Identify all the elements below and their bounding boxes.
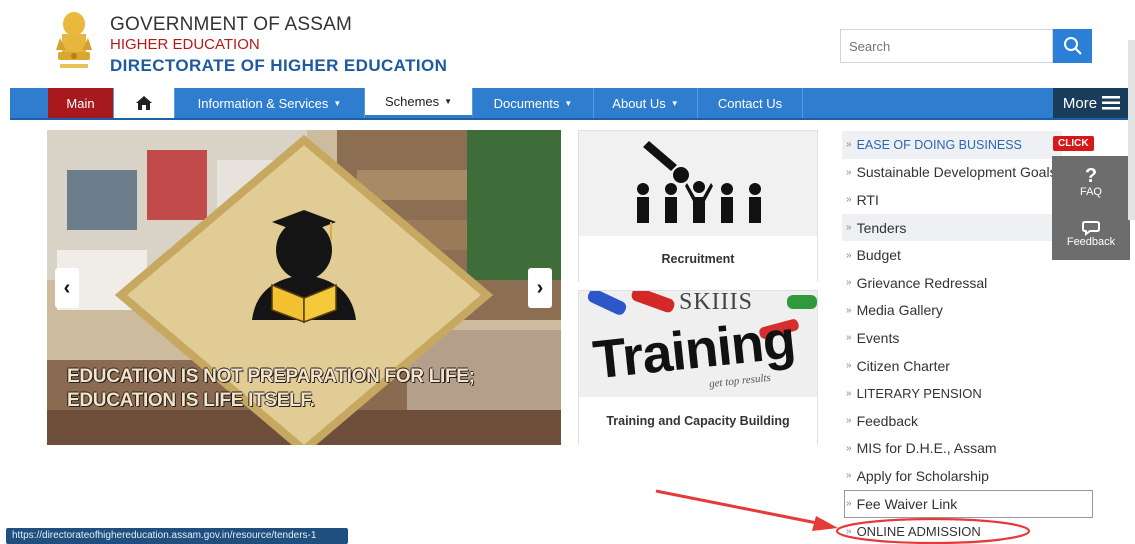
link-label: MIS for D.H.E., Assam [856,440,997,457]
recruitment-caption[interactable]: Recruitment [579,236,817,282]
nav-schemes-label: Schemes [384,94,440,109]
slider-next-button[interactable]: › [528,268,552,308]
recruitment-card[interactable]: Recruitment [578,130,818,282]
nav-docs-label: Documents [493,95,560,111]
link-literary-pension[interactable]: » LITERARY PENSION [842,379,1062,407]
link-label: Media Gallery [856,302,943,319]
annotation-arrow-line [655,489,823,526]
bullet-icon: » [846,387,852,399]
header-subtitle: HIGHER EDUCATION [110,36,260,53]
link-online-admission[interactable]: » ONLINE ADMISSION [842,517,1062,544]
home-icon [136,96,152,110]
nav-more-label: More [1062,94,1098,112]
nav-about-us[interactable]: About Us ▼ [594,88,698,118]
search-button[interactable] [1053,29,1092,63]
caret-down-icon: ▼ [333,98,342,108]
nav-about-label: About Us [612,95,666,111]
link-label: Grievance Redressal [856,274,988,291]
question-icon: ? [1084,165,1098,187]
click-badge[interactable]: CLICK [1053,136,1094,151]
faq-button[interactable]: ? FAQ [1052,156,1130,208]
annotation-arrow-head [812,516,838,531]
link-mis[interactable]: » MIS for D.H.E., Assam [842,435,1062,463]
fee-waiver-focus-box [844,490,1093,518]
link-grievance[interactable]: » Grievance Redressal [842,269,1062,297]
link-scholarship[interactable]: » Apply for Scholarship [842,462,1062,490]
bullet-icon: » [846,166,852,178]
training-card[interactable]: SKIIIS Training get top results Training… [578,290,818,445]
bullet-icon: » [846,277,852,289]
bullet-icon: » [846,525,852,537]
bullet-icon: » [846,360,852,372]
nav-documents[interactable]: Documents ▼ [473,88,594,118]
chevron-left-icon: ‹ [63,276,71,299]
training-image-skills: SKIIIS [679,291,754,315]
caret-down-icon: ▼ [564,98,573,108]
hamburger-icon [1102,96,1121,110]
status-bar-url: https://directorateofhighereducation.ass… [6,528,348,544]
caret-down-icon: ▼ [444,97,453,106]
link-citizen-charter[interactable]: » Citizen Charter [842,352,1062,380]
chevron-right-icon: › [536,276,544,299]
header-directorate[interactable]: DIRECTORATE OF HIGHER EDUCATION [110,56,447,76]
bullet-icon: » [846,194,852,206]
bullet-icon: » [846,332,852,344]
nav-schemes[interactable]: Schemes ▼ [365,88,473,118]
link-events[interactable]: » Events [842,324,1062,352]
caret-down-icon: ▼ [670,98,679,108]
link-ease-of-doing-business[interactable]: » EASE OF DOING BUSINESS [842,131,1062,159]
slider-caption-line2: EDUCATION IS LIFE ITSELF. [67,390,315,411]
link-sdg[interactable]: » Sustainable Development Goals [842,159,1062,187]
link-label: EASE OF DOING BUSINESS [856,137,1022,152]
speech-bubble-icon [1082,221,1100,236]
link-label: Tenders [856,219,907,236]
feedback-label: Feedback [1066,236,1116,248]
link-label: Budget [856,247,901,264]
training-caption[interactable]: Training and Capacity Building [579,397,817,445]
link-label: Citizen Charter [856,357,950,374]
link-label: Events [856,329,900,346]
link-tenders[interactable]: » Tenders [842,213,1062,242]
quick-links: » EASE OF DOING BUSINESS » Sustainable Dev… [842,131,1062,544]
nav-more[interactable]: More [1053,88,1130,118]
nav-contact-us[interactable]: Contact Us [698,88,803,118]
link-label: Feedback [856,412,919,429]
bullet-icon: » [846,139,852,151]
nav-home[interactable] [114,88,175,118]
search-icon [1063,37,1082,55]
link-label: Apply for Scholarship [856,467,989,484]
floating-side-panel: ? FAQ Feedback [1052,156,1130,260]
bullet-icon: » [846,415,852,427]
hero-slider[interactable]: ‹ › EDUCATION IS NOT PREPARATION FOR LIF… [47,130,561,445]
link-budget[interactable]: » Budget [842,241,1062,269]
slider-caption-line1: EDUCATION IS NOT PREPARATION FOR LIFE; [67,366,475,387]
feedback-button[interactable]: Feedback [1052,208,1130,260]
link-label: RTI [856,191,879,208]
link-label: LITERARY PENSION [856,385,982,401]
bullet-icon: » [846,470,852,482]
link-label: Sustainable Development Goals [856,164,1057,181]
faq-label: FAQ [1079,186,1102,198]
search-input[interactable] [840,29,1053,63]
bullet-icon: » [846,249,852,261]
link-media-gallery[interactable]: » Media Gallery [842,297,1062,325]
nav-main[interactable]: Main [48,88,114,118]
nav-info-label: Information & Services [197,95,329,111]
bullet-icon: » [846,222,852,234]
state-emblem-icon [56,12,92,68]
main-nav: Main Information & Services ▼ Schemes ▼ Do… [10,88,1130,120]
nav-information-services[interactable]: Information & Services ▼ [175,88,365,118]
bullet-icon: » [846,442,852,454]
recruitment-icon [637,141,761,223]
link-label: ONLINE ADMISSION [856,523,981,539]
bullet-icon: » [846,304,852,316]
slider-prev-button[interactable]: ‹ [55,268,79,308]
link-rti[interactable]: » RTI [842,186,1062,214]
scrollbar[interactable] [1128,40,1135,220]
header-title: GOVERNMENT OF ASSAM [110,14,353,35]
link-feedback[interactable]: » Feedback [842,407,1062,435]
